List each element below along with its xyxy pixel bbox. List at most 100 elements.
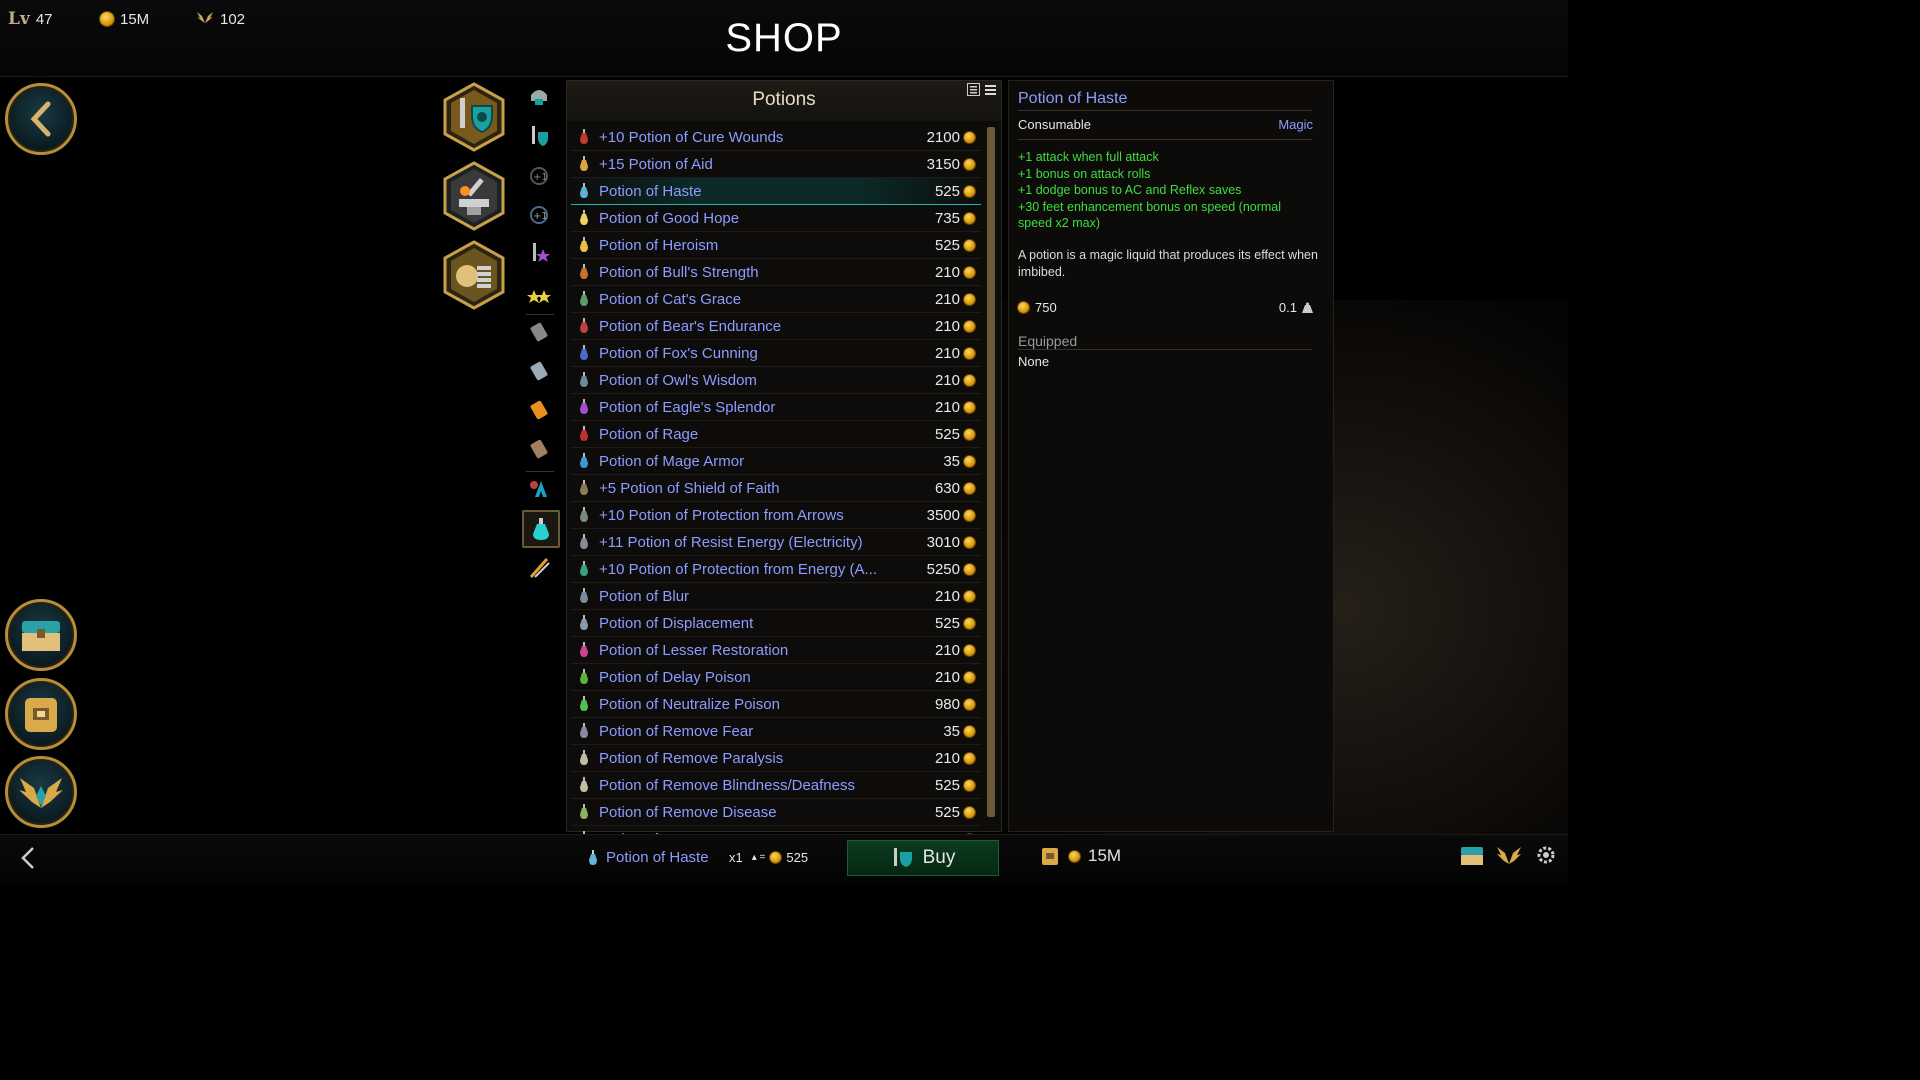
hex-category-crafting[interactable] <box>443 161 505 231</box>
back-button[interactable] <box>5 83 77 155</box>
item-row[interactable]: Potion of Haste 525 <box>571 178 981 205</box>
stash-button[interactable] <box>5 678 77 750</box>
item-price: 210 <box>934 668 960 686</box>
character-button[interactable] <box>5 756 77 828</box>
item-price: 210 <box>934 263 960 281</box>
potion-icon <box>580 210 588 225</box>
subcat-amulet-plus-icon[interactable]: +1 <box>522 197 556 231</box>
item-row[interactable]: Potion of Remove Fear 35 <box>571 718 981 745</box>
bottom-bar: Potion of Haste x1 ▴ = 525 Buy 15M <box>0 834 1568 883</box>
subcat-weapon-shield-icon[interactable] <box>522 119 556 153</box>
potion-icon <box>580 561 588 576</box>
item-row[interactable]: Potion of Remove Disease 525 <box>571 799 981 826</box>
chest-icon[interactable] <box>1460 844 1484 871</box>
item-price: 35 <box>943 452 960 470</box>
hex-category-sell[interactable] <box>443 240 505 310</box>
detail-price: 750 <box>1018 300 1057 315</box>
item-name: Potion of Haste <box>599 182 702 200</box>
item-row[interactable]: Potion of Cat's Grace 210 <box>571 286 981 313</box>
list-view-icon[interactable] <box>984 83 997 96</box>
coin-icon <box>1069 850 1080 862</box>
item-row[interactable]: Potion of Mage Armor 35 <box>571 448 981 475</box>
item-name: Potion of Cat's Grace <box>599 290 742 308</box>
potion-icon <box>580 426 588 441</box>
item-row[interactable]: Potion of Remove Paralysis 210 <box>571 745 981 772</box>
item-row[interactable]: Potion of Lesser Restoration 210 <box>571 637 981 664</box>
quantity[interactable]: x1 <box>729 850 743 865</box>
item-price: 735 <box>934 209 960 227</box>
grid-view-icon[interactable] <box>967 83 980 96</box>
bottom-gold: 15M <box>1039 845 1121 867</box>
item-row[interactable]: Potion of Displacement 525 <box>571 610 981 637</box>
subcat-wand-icon[interactable] <box>522 354 556 388</box>
item-row[interactable]: +10 Potion of Protection from Arrows 3500 <box>571 502 981 529</box>
back-arrow-icon[interactable] <box>16 845 42 871</box>
list-scrollbar[interactable] <box>987 127 995 817</box>
subcat-book-icon[interactable] <box>522 393 556 427</box>
item-row[interactable]: Potion of Remove Blindness/Deafness 525 <box>571 772 981 799</box>
effect-line: +1 dodge bonus to AC and Reflex saves <box>1018 183 1242 197</box>
coin-icon <box>964 671 975 683</box>
item-name: Potion of Rage <box>599 425 699 443</box>
item-row[interactable]: Potion of Delay Poison 210 <box>571 664 981 691</box>
item-row[interactable]: Potion of Neutralize Poison 980 <box>571 691 981 718</box>
buy-button[interactable]: Buy <box>847 840 999 876</box>
potion-icon <box>580 615 588 630</box>
potion-icon <box>580 345 588 360</box>
item-price: 525 <box>934 776 960 794</box>
settings-gear-icon[interactable] <box>1534 843 1558 872</box>
item-name: Potion of Delay Poison <box>599 668 751 686</box>
coin-icon <box>964 779 975 791</box>
item-row[interactable]: +15 Potion of Aid 3150 <box>571 151 981 178</box>
item-row[interactable]: Potion of Good Hope 735 <box>571 205 981 232</box>
potion-icon <box>580 453 588 468</box>
inventory-button[interactable] <box>5 599 77 671</box>
item-row[interactable]: Potion of Fox's Cunning 210 <box>571 340 981 367</box>
item-row[interactable]: Potion of Eagle's Splendor 210 <box>571 394 981 421</box>
coin-icon <box>964 752 975 764</box>
potion-icon <box>580 723 588 738</box>
subcat-staff-star-icon[interactable] <box>522 236 556 270</box>
item-row[interactable]: Potion of Owl's Wisdom 210 <box>571 367 981 394</box>
item-name: +10 Potion of Cure Wounds <box>599 128 784 146</box>
item-name: +11 Potion of Resist Energy (Electricity… <box>599 533 863 551</box>
potion-icon <box>580 696 588 711</box>
detail-description: A potion is a magic liquid that produces… <box>1018 248 1318 279</box>
equipped-value: None <box>1018 354 1050 369</box>
item-row[interactable]: +11 Potion of Resist Energy (Electricity… <box>571 529 981 556</box>
item-price: 3150 <box>926 155 960 173</box>
subcat-scroll-icon[interactable] <box>522 315 556 349</box>
subcat-arrows-icon[interactable] <box>522 550 556 584</box>
equipped-label: Equipped <box>1018 333 1078 349</box>
item-name: Potion of Remove Disease <box>599 803 777 821</box>
subcat-magic-items-icon[interactable] <box>522 472 556 506</box>
item-price: 210 <box>934 317 960 335</box>
item-list-panel: Potions +10 Potion of Cure Wounds 2100 +15… <box>566 80 1002 853</box>
item-row[interactable]: Potion of Bull's Strength 210 <box>571 259 981 286</box>
chevron-left-icon <box>30 101 51 137</box>
subcat-ring-plus-icon[interactable]: +1 <box>522 158 556 192</box>
item-row[interactable]: Potion of Bear's Endurance 210 <box>571 313 981 340</box>
item-name: Potion of Bear's Endurance <box>599 317 782 335</box>
item-row[interactable]: Potion of Blur 210 <box>571 583 981 610</box>
item-row[interactable]: Potion of Heroism 525 <box>571 232 981 259</box>
top-bar: Lv 47 15M 102 SHOP <box>0 0 1568 77</box>
item-row[interactable]: Potion of Rage 525 <box>571 421 981 448</box>
subcat-helmet-icon[interactable] <box>522 80 556 114</box>
item-row[interactable]: +5 Potion of Shield of Faith 630 <box>571 475 981 502</box>
shop-icon <box>893 848 912 867</box>
subcat-potions-icon[interactable] <box>522 510 560 548</box>
wings-emblem-icon[interactable] <box>1496 844 1522 871</box>
item-row[interactable]: +10 Potion of Cure Wounds 2100 <box>571 124 981 151</box>
potion-icon <box>580 372 588 387</box>
hex-category-equipment[interactable] <box>443 82 505 152</box>
subcat-stars-icon[interactable] <box>522 275 556 309</box>
item-name: +5 Potion of Shield of Faith <box>599 479 780 497</box>
svg-text:+1: +1 <box>533 172 548 183</box>
item-price: 525 <box>934 803 960 821</box>
detail-effects: +1 attack when full attack +1 bonus on a… <box>1018 149 1318 232</box>
item-price: 210 <box>934 398 960 416</box>
item-price: 210 <box>934 290 960 308</box>
subcat-quiver-icon[interactable] <box>522 432 556 466</box>
item-row[interactable]: +10 Potion of Protection from Energy (A.… <box>571 556 981 583</box>
